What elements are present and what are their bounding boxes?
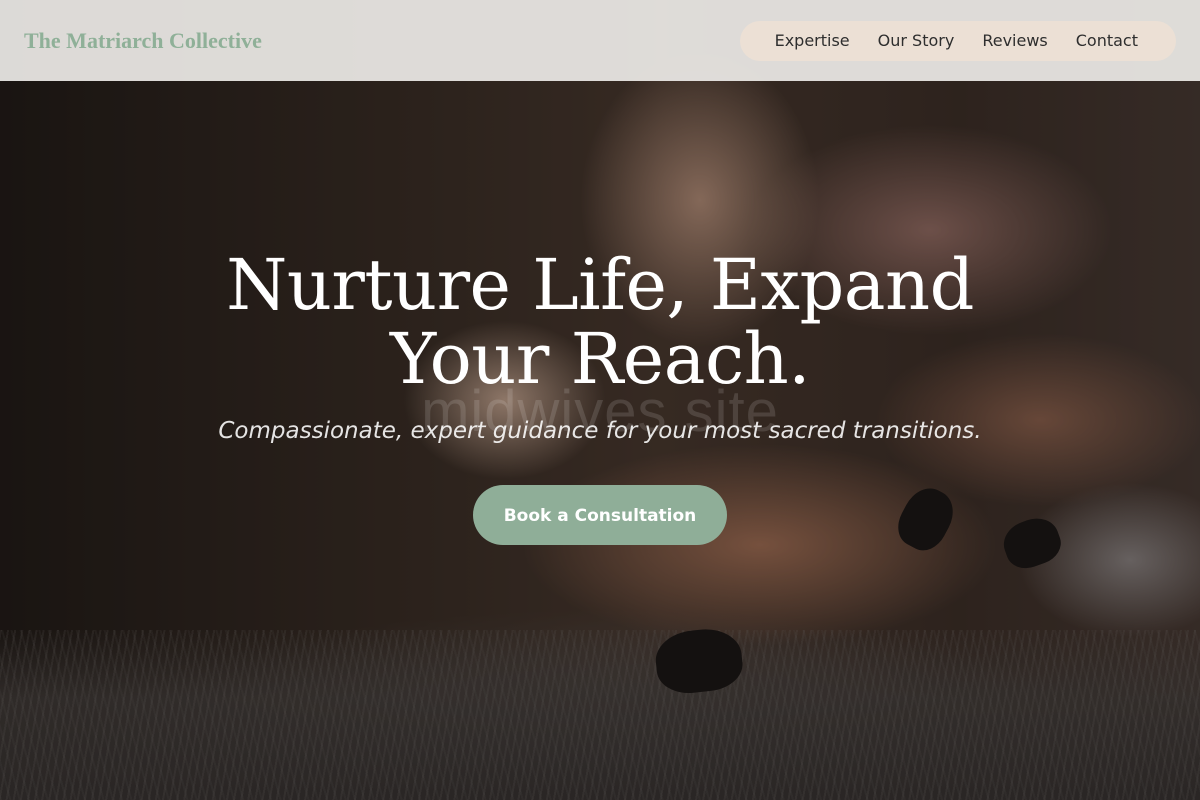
- nav-link-contact[interactable]: Contact: [1062, 31, 1152, 50]
- nav-link-our-story[interactable]: Our Story: [864, 31, 969, 50]
- book-consultation-button[interactable]: Book a Consultation: [473, 485, 727, 545]
- nav-link-reviews[interactable]: Reviews: [968, 31, 1061, 50]
- hero-subtitle: Compassionate, expert guidance for your …: [218, 418, 982, 444]
- nav-link-expertise[interactable]: Expertise: [761, 31, 864, 50]
- site-header: The Matriarch Collective Expertise Our S…: [0, 0, 1200, 81]
- brand-logo[interactable]: The Matriarch Collective: [24, 28, 262, 54]
- main-nav: Expertise Our Story Reviews Contact: [739, 20, 1176, 61]
- landing-page: midwives site The Matriarch Collective E…: [0, 0, 1200, 800]
- hero-title: Nurture Life, Expand Your Reach.: [226, 244, 974, 400]
- hero-section: Nurture Life, Expand Your Reach. Compass…: [0, 248, 1200, 545]
